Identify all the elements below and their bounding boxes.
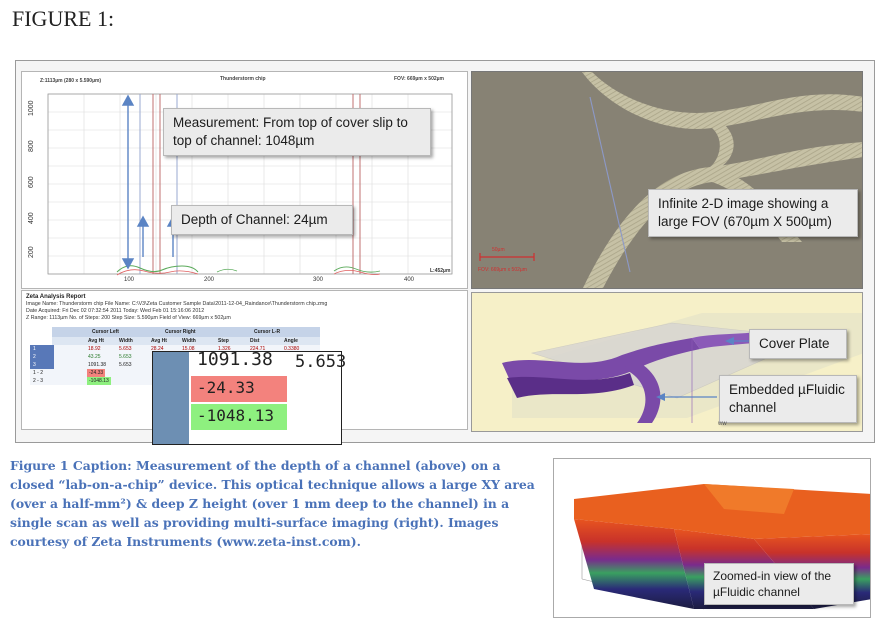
col-avg-ht-right: Avg Ht [151, 338, 167, 344]
cell-2-width-left: 5.653 [119, 354, 132, 360]
cell-diff-1-2: -24.33 [87, 369, 106, 377]
zoomed-table-inset: 1091.38 5.653 -24.33 -1048.13 [152, 349, 346, 445]
report-line-zrange: Z Range: 1113µm No. of Steps: 200 Step S… [26, 315, 231, 321]
zoom-value-top-right: 5.653 [295, 352, 347, 372]
depth-callout: Depth of Channel: 24µm [171, 205, 353, 235]
image-fov-callout: Infinite 2-D image showing a large FOV (… [648, 189, 858, 237]
x-tick-400: 400 [404, 277, 415, 283]
embedded-channel-callout: Embedded µFluidic channel [719, 375, 857, 423]
report-line-date: Date Acquired: Fri Dec 02 07:32:54 2011 … [26, 308, 205, 314]
col-avg-ht-left: Avg Ht [88, 338, 104, 344]
figure-title: FIGURE 1: [12, 6, 115, 31]
x-tick-300: 300 [313, 277, 324, 283]
figure-caption: Figure 1 Caption: Measurement of the dep… [10, 458, 535, 549]
x-tick-200: 200 [204, 277, 215, 283]
zoom-diff-1-2: -24.33 [191, 376, 287, 402]
col-angle: Angle [284, 338, 298, 344]
zoomed-3d-view[interactable]: Zoomed-in view of the µFluidic channel [553, 458, 871, 618]
col-dist: Dist [250, 338, 260, 344]
row-label-1: 1 [33, 346, 36, 352]
y-tick-800: 800 [28, 140, 35, 152]
col-step: Step [218, 338, 229, 344]
cell-1-avg-left: 18.92 [88, 346, 101, 352]
group-cursor-right: Cursor Right [165, 329, 196, 335]
cell-1-width-left: 5.653 [119, 346, 132, 352]
length-label: L:452µm [430, 268, 451, 274]
channel-image [472, 72, 862, 288]
cell-3-avg-left: 1091.38 [88, 362, 107, 368]
cell-3-width-left: 5.653 [119, 362, 132, 368]
col-width-left: Width [119, 338, 133, 344]
profile-plot-canvas[interactable] [22, 72, 469, 290]
row-label-2: 2 [33, 354, 36, 360]
y-tick-200: 200 [28, 246, 35, 258]
report-line-image: Image Name: Thunderstorm chip File Name:… [26, 301, 328, 307]
report-title: Zeta Analysis Report [26, 294, 86, 300]
fov-overlay-label: FOV: 669µm x 502µm [478, 267, 527, 273]
col-width-right: Width [182, 338, 196, 344]
profile-plot-pane: Z:1113µm (280 x 5.590µm) Thunderstorm ch… [21, 71, 468, 289]
x-tick-100: 100 [124, 277, 135, 283]
row-label-1-2: 1 - 2 [33, 370, 44, 376]
row-label-2-3: 2 - 3 [33, 378, 44, 384]
cell-diff-2-3: -1048.13 [87, 377, 111, 385]
zoom-row-label-column [153, 352, 189, 444]
zoomed-view-callout: Zoomed-in view of the µFluidic channel [704, 563, 854, 605]
y-tick-1000: 1000 [28, 100, 35, 116]
3d-view-pane[interactable]: Cover Plate Embedded µFluidic channel ww [471, 292, 863, 432]
microscope-image-pane[interactable]: 50µm FOV: 669µm x 502µm Infinite 2-D ima… [471, 71, 863, 289]
cell-2-avg-left: 43.25 [88, 354, 101, 360]
cover-plate-callout: Cover Plate [749, 329, 847, 359]
row-label-3: 3 [33, 362, 36, 368]
zoom-diff-2-3: -1048.13 [191, 404, 287, 430]
measurement-callout: Measurement: From top of cover slip to t… [163, 108, 431, 156]
3d-watermark: ww [718, 421, 727, 427]
group-cursor-lr: Cursor L-R [254, 329, 281, 335]
zoom-value-top: 1091.38 [197, 349, 273, 370]
y-tick-400: 400 [28, 212, 35, 224]
group-cursor-left: Cursor Left [92, 329, 119, 335]
y-tick-600: 600 [28, 176, 35, 188]
scale-bar-label: 50µm [492, 247, 505, 253]
